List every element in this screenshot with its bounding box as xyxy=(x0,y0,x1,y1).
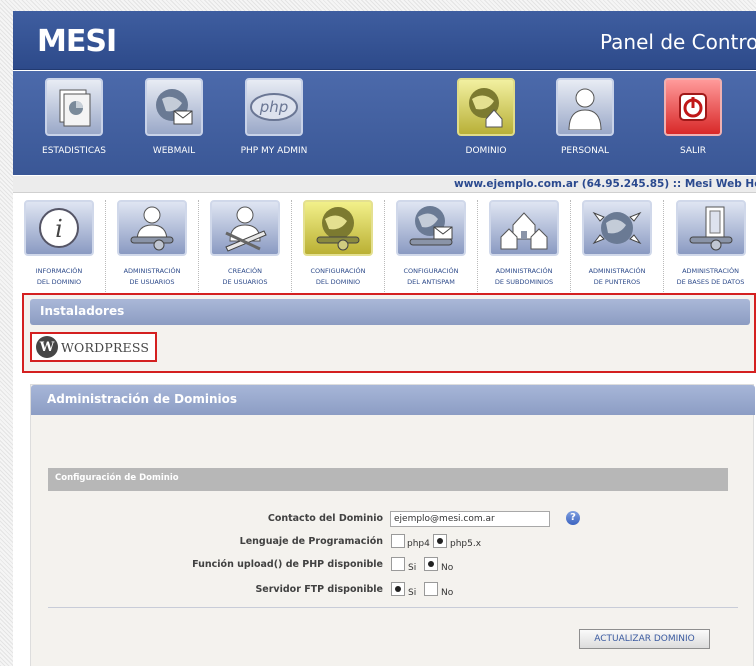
sub-nav-label: INFORMACIÓN DEL DOMINIO xyxy=(35,267,83,286)
top-nav-label: PERSONAL xyxy=(560,146,610,156)
admin-title: Administración de Dominios xyxy=(47,392,238,406)
top-nav-label: PHP MY ADMIN xyxy=(240,146,308,156)
sub-nav-informacion-dominio[interactable]: i INFORMACIÓN DEL DOMINIO xyxy=(13,200,106,294)
top-nav-estadisticas[interactable]: ESTADISTICAS xyxy=(19,78,129,156)
lenguaje-label: Lenguaje de Programación xyxy=(239,536,383,547)
top-nav-label: ESTADISTICAS xyxy=(42,146,106,156)
user-ruler-icon xyxy=(210,200,280,256)
upload-row: Función upload() de PHP disponible Si No xyxy=(31,557,755,577)
top-nav-phpmyadmin[interactable]: php PHP MY ADMIN xyxy=(219,78,329,156)
radio-upload-no[interactable] xyxy=(424,557,438,571)
top-nav-webmail[interactable]: WEBMAIL xyxy=(119,78,229,156)
ftp-si-label: Si xyxy=(408,588,417,598)
sub-nav-label: ADMINISTRACIÓN DE USUARIOS xyxy=(123,267,181,286)
database-tools-icon xyxy=(675,200,746,256)
php4-label: php4 xyxy=(407,539,430,549)
sub-nav: i INFORMACIÓN DEL DOMINIO ADMINISTRACIÓN D… xyxy=(13,194,756,296)
wordpress-installer-link[interactable]: W WORDPRESS xyxy=(30,332,157,362)
houses-icon xyxy=(489,200,559,256)
update-domain-button[interactable]: ACTUALIZAR DOMINIO xyxy=(579,629,710,649)
domain-info-text: www.ejemplo.com.ar (64.95.245.85) :: Mes… xyxy=(454,178,756,190)
wordpress-logo-icon: W xyxy=(36,336,58,358)
sub-nav-administracion-bases-datos[interactable]: ADMINISTRACIÓN DE BASES DE DATOS xyxy=(664,200,756,294)
wordpress-label: WORDPRESS xyxy=(61,339,150,355)
admin-header: Administración de Dominios xyxy=(31,385,755,415)
mesi-logo[interactable]: MESI xyxy=(37,24,117,59)
contacto-input[interactable] xyxy=(390,511,550,527)
top-nav-dominio[interactable]: DOMINIO xyxy=(431,78,541,156)
panel-title: Panel de Control xyxy=(600,30,756,54)
sub-nav-label: ADMINISTRACIÓN DE SUBDOMINIOS xyxy=(494,267,554,286)
domain-info-bar: www.ejemplo.com.ar (64.95.245.85) :: Mes… xyxy=(13,176,756,193)
upload-no-label: No xyxy=(441,563,454,573)
sub-nav-label: ADMINISTRACIÓN DE PUNTEROS xyxy=(588,267,646,286)
sub-nav-administracion-usuarios[interactable]: ADMINISTRACIÓN DE USUARIOS xyxy=(106,200,199,294)
sub-nav-label: CONFIGURACIÓN DEL DOMINIO xyxy=(310,267,366,286)
sub-nav-configuracion-dominio[interactable]: CONFIGURACIÓN DEL DOMINIO xyxy=(292,200,385,294)
globe-mail-tools-icon xyxy=(396,200,466,256)
help-icon[interactable]: ? xyxy=(566,511,580,525)
sub-nav-creacion-usuarios[interactable]: CREACIÓN DE USUARIOS xyxy=(199,200,292,294)
radio-php5[interactable] xyxy=(433,534,447,548)
sub-nav-configuracion-antispam[interactable]: CONFIGURACIÓN DEL ANTISPAM xyxy=(385,200,478,294)
top-nav-label: SALIR xyxy=(680,146,706,156)
domain-house-icon xyxy=(457,78,515,136)
admin-dominios-panel: Administración de Dominios Configuración… xyxy=(30,384,755,666)
stats-document-icon xyxy=(45,78,103,136)
radio-upload-si[interactable] xyxy=(391,557,405,571)
ftp-no-label: No xyxy=(441,588,454,598)
top-nav-personal[interactable]: PERSONAL xyxy=(530,78,640,156)
user-tools-icon xyxy=(117,200,187,256)
installers-header: Instaladores xyxy=(30,299,750,325)
contacto-row: Contacto del Dominio ? xyxy=(31,511,755,529)
info-icon: i xyxy=(24,200,94,256)
config-section-header: Configuración de Dominio xyxy=(48,468,728,491)
ftp-label: Servidor FTP disponible xyxy=(255,584,383,595)
upload-label: Función upload() de PHP disponible xyxy=(192,559,383,570)
installers-title: Instaladores xyxy=(40,304,125,318)
radio-ftp-no[interactable] xyxy=(424,582,438,596)
top-nav-label: WEBMAIL xyxy=(152,146,196,156)
globe-arrows-icon xyxy=(582,200,652,256)
svg-text:php: php xyxy=(259,98,289,116)
config-section-title: Configuración de Dominio xyxy=(55,473,179,483)
form-divider xyxy=(48,607,738,608)
sub-nav-administracion-punteros[interactable]: ADMINISTRACIÓN DE PUNTEROS xyxy=(571,200,664,294)
svg-text:i: i xyxy=(55,215,63,243)
globe-mail-icon xyxy=(145,78,203,136)
lenguaje-row: Lenguaje de Programación php4 php5.x xyxy=(31,534,755,554)
php-icon: php xyxy=(245,78,303,136)
radio-ftp-si[interactable] xyxy=(391,582,405,596)
sub-nav-administracion-subdominios[interactable]: ADMINISTRACIÓN DE SUBDOMINIOS xyxy=(478,200,571,294)
upload-si-label: Si xyxy=(408,563,417,573)
contacto-label: Contacto del Dominio xyxy=(267,513,383,524)
header: MESI Panel de Control xyxy=(13,11,756,70)
top-nav: ESTADISTICAS WEBMAIL php PHP MY ADMIN DO… xyxy=(13,71,756,175)
php5-label: php5.x xyxy=(450,539,482,549)
person-icon xyxy=(556,78,614,136)
radio-php4[interactable] xyxy=(391,534,405,548)
installers-panel: Instaladores W WORDPRESS xyxy=(22,293,756,373)
sub-nav-label: CONFIGURACIÓN DEL ANTISPAM xyxy=(403,267,459,286)
globe-tools-icon xyxy=(303,200,373,256)
top-nav-label: DOMINIO xyxy=(465,146,507,156)
top-nav-salir[interactable]: SALIR xyxy=(638,78,748,156)
power-icon xyxy=(664,78,722,136)
sub-nav-label: ADMINISTRACIÓN DE BASES DE DATOS xyxy=(676,267,745,286)
ftp-row: Servidor FTP disponible Si No xyxy=(31,582,755,602)
panel-frame: MESI Panel de Control ESTADISTICAS WEBMA… xyxy=(13,11,756,666)
sub-nav-label: CREACIÓN DE USUARIOS xyxy=(222,267,268,286)
